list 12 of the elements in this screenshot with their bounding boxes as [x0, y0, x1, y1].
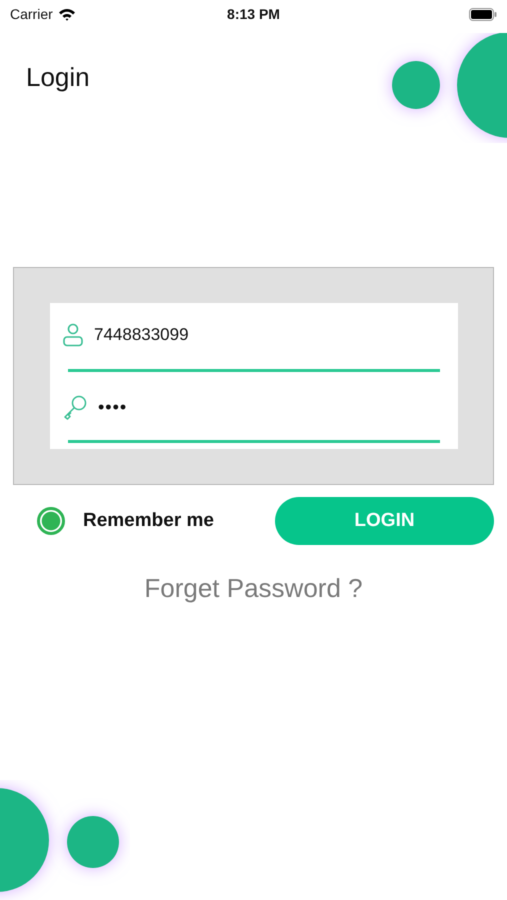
username-field[interactable]: 7448833099 [94, 323, 440, 347]
user-icon [62, 323, 84, 347]
battery-icon [468, 8, 497, 20]
key-icon [62, 394, 88, 420]
page-title: Login [26, 62, 90, 92]
wifi-icon [58, 8, 76, 20]
status-time: 8:13 PM [227, 6, 280, 22]
remember-label: Remember me [83, 510, 214, 532]
carrier-label: Carrier [10, 6, 53, 22]
password-field[interactable]: •••• [98, 395, 440, 419]
forgot-password-link[interactable]: Forget Password ? [144, 573, 363, 604]
remember-radio[interactable] [37, 507, 65, 535]
